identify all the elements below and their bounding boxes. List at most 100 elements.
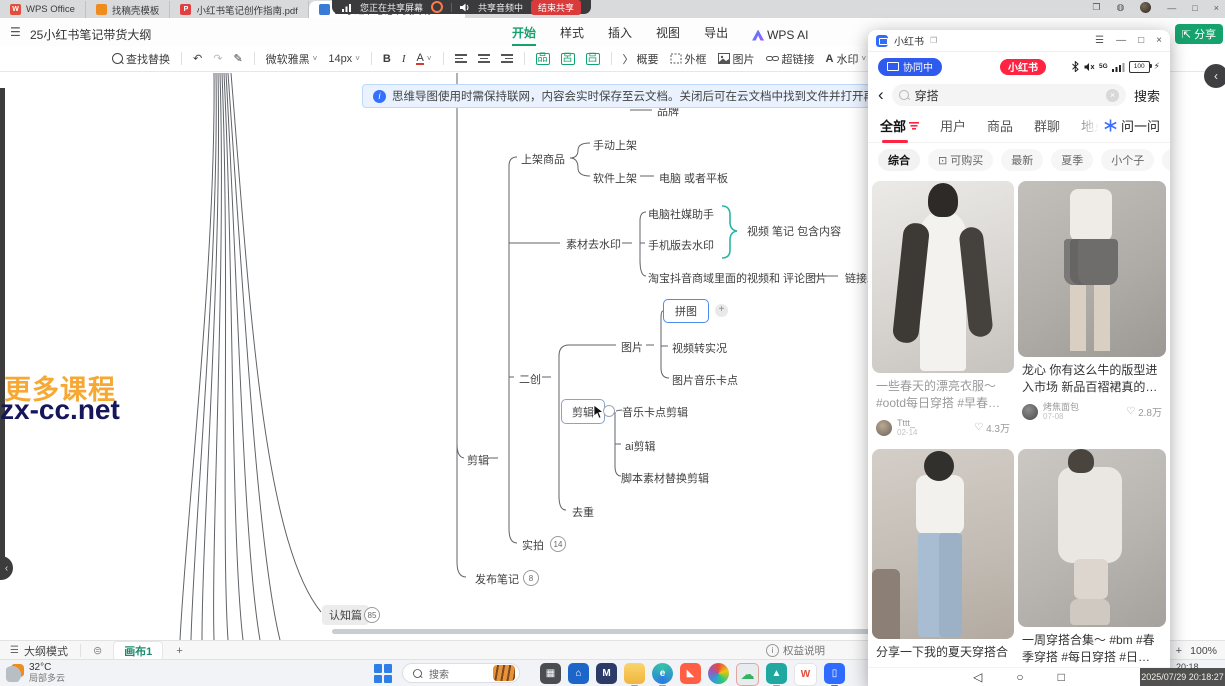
mountain-app-icon[interactable]: ▲	[766, 663, 787, 684]
mindmap-node[interactable]: 软件上架	[593, 170, 637, 186]
watermark-button[interactable]: A水印˅	[826, 51, 867, 67]
zoom-in-button[interactable]: +	[1176, 645, 1182, 657]
avatar[interactable]	[876, 420, 892, 436]
nav-back-icon[interactable]: ◁	[973, 670, 982, 684]
pixpin-app-icon[interactable]: ◣	[680, 663, 701, 684]
extensions-icon[interactable]: ◍	[1116, 2, 1124, 13]
panel-collapse-handle[interactable]: ‹	[1204, 64, 1225, 88]
note-user[interactable]: 烤焦面包	[1043, 402, 1079, 412]
mindmap-node[interactable]: 上架商品	[521, 151, 565, 167]
canvas-tab[interactable]: 画布1	[114, 642, 162, 660]
avatar[interactable]	[1022, 404, 1038, 420]
filter-comprehensive[interactable]: 综合	[878, 149, 920, 171]
mindmap-node-selected[interactable]: 拼图	[663, 299, 709, 323]
close-window-icon[interactable]: ×	[1214, 3, 1219, 13]
format-painter-button[interactable]: ✎	[233, 52, 242, 65]
mindmap-node[interactable]: 手机版去水印	[648, 237, 714, 253]
mindmap-node[interactable]: 视频 笔记 包含内容	[747, 223, 841, 239]
tab-ask[interactable]: 问一问	[1074, 109, 1170, 142]
rights-info[interactable]: i权益说明	[766, 643, 825, 658]
tab-overview-icon[interactable]: ❐	[1092, 2, 1100, 13]
clear-search-icon[interactable]: ×	[1106, 89, 1119, 102]
media-app-icon[interactable]: M	[596, 663, 617, 684]
cloud-app-icon-active[interactable]: ☁	[736, 663, 759, 686]
collab-mode-badge[interactable]: 协同中	[878, 58, 942, 76]
edge-browser-icon[interactable]: e	[652, 663, 673, 684]
account-avatar[interactable]	[1140, 2, 1151, 13]
bold-button[interactable]: B	[383, 53, 391, 65]
search-input[interactable]: 穿搭 ×	[892, 84, 1126, 106]
menu-icon[interactable]: ☰	[1095, 35, 1104, 46]
tab-template[interactable]: 找稿壳模板	[86, 1, 171, 18]
tab-wps-office[interactable]: W WPS Office	[0, 1, 86, 18]
font-color-button[interactable]: A˅	[416, 53, 431, 65]
insert-image-button[interactable]: 图片	[718, 51, 755, 67]
canvas-manager-icon[interactable]: ⊜	[93, 644, 102, 657]
hyperlink-button[interactable]: 超链接	[766, 51, 815, 67]
align-center-button[interactable]	[478, 52, 490, 64]
note-card[interactable]: 龙心 你有这么牛的版型进入市场 新品百褶裙真的… 烤焦面包07-08 ♡2.8万	[1018, 181, 1166, 421]
mindmap-node[interactable]: 电脑社媒助手	[648, 206, 714, 222]
taskbar-search[interactable]: 搜索	[402, 663, 520, 683]
insert-subtopic-icon[interactable]: 呂	[561, 53, 575, 65]
note-card[interactable]: 分享一下我的夏天穿搭合	[872, 449, 1014, 661]
mindmap-node[interactable]: 图片音乐卡点	[672, 372, 738, 388]
menu-insert[interactable]: 插入	[608, 24, 632, 46]
mindmap-node[interactable]: 剪辑	[467, 452, 489, 468]
minimize-icon[interactable]: —	[1116, 35, 1126, 46]
tab-all[interactable]: 全部	[880, 116, 919, 135]
nav-home-icon[interactable]: ○	[1016, 670, 1023, 684]
start-button[interactable]	[374, 664, 393, 683]
filter-petite[interactable]: 小个子	[1101, 149, 1154, 171]
mindmap-node[interactable]: 音乐卡点剪辑	[622, 404, 688, 420]
frame-button[interactable]: 外框	[670, 51, 707, 67]
wps-app-icon[interactable]: W	[794, 663, 817, 686]
share-button[interactable]: ⇱分享	[1175, 24, 1223, 44]
mindmap-node[interactable]: 二创	[519, 371, 541, 387]
horizontal-scrollbar[interactable]	[332, 629, 900, 634]
mindmap-node[interactable]: 认知篇	[322, 605, 369, 625]
minimize-window-icon[interactable]: —	[1167, 3, 1176, 13]
stop-sharing-button[interactable]: 结束共享	[531, 0, 581, 15]
filter-korean-style[interactable]: 韩里韩气	[1162, 149, 1170, 171]
note-card[interactable]: 一些春天的漂亮衣服～ #ootd每日穿搭 #早春… Tttt_02-14 ♡4.…	[872, 181, 1014, 437]
filter-newest[interactable]: 最新	[1001, 149, 1043, 171]
filter-buyable[interactable]: ⊡可购买	[928, 149, 993, 171]
phone-window-titlebar[interactable]: 小红书 ❐ ☰ — □ ×	[868, 30, 1170, 52]
filter-summer[interactable]: 夏季	[1051, 149, 1093, 171]
menu-export[interactable]: 导出	[704, 24, 728, 46]
mindmap-node[interactable]: 实拍	[522, 537, 544, 553]
insert-topic-icon[interactable]: 品	[536, 53, 550, 65]
mindmap-node[interactable]: 视频转实况	[672, 340, 727, 356]
back-icon[interactable]: ‹	[878, 85, 884, 105]
like-count[interactable]: ♡4.3万	[974, 420, 1010, 435]
photos-app-icon[interactable]: ▦	[540, 663, 561, 684]
italic-button[interactable]: I	[402, 53, 406, 65]
mindmap-node[interactable]: 脚本素材替换剪辑	[621, 470, 709, 486]
nav-recents-icon[interactable]: □	[1058, 670, 1065, 684]
add-child-button[interactable]: +	[715, 304, 728, 317]
font-family-select[interactable]: 微软雅黑˅	[266, 51, 318, 67]
tab-groups[interactable]: 群聊	[1034, 116, 1060, 135]
phone-mirror-app-icon[interactable]: ▯	[824, 663, 845, 684]
insert-sibling-icon[interactable]: 吕	[586, 53, 600, 65]
mindmap-node[interactable]: 电脑 或者平板	[659, 170, 728, 186]
add-canvas-button[interactable]: +	[176, 645, 182, 657]
restore-window-icon[interactable]: □	[1192, 3, 1197, 13]
outline-mode-button[interactable]: ☰大纲模式	[10, 643, 68, 659]
undo-button[interactable]: ↶	[193, 52, 202, 65]
popout-icon[interactable]: ❐	[930, 36, 937, 45]
mindmap-node[interactable]: 素材去水印	[566, 236, 621, 252]
note-card[interactable]: 一周穿搭合集～ #bm #春季穿搭 #每日穿搭 #日…	[1018, 449, 1166, 666]
align-right-button[interactable]	[501, 52, 513, 64]
outline-button[interactable]: 〉概要	[623, 51, 659, 67]
color-wheel-app-icon[interactable]	[708, 663, 729, 684]
mindmap-node[interactable]: 手动上架	[593, 137, 637, 153]
redo-button[interactable]: ↷	[213, 52, 222, 65]
mindmap-node[interactable]: 去重	[572, 504, 594, 520]
close-icon[interactable]: ×	[1156, 35, 1162, 46]
search-submit-button[interactable]: 搜索	[1134, 86, 1160, 105]
weather-widget[interactable]: 32°C局部多云	[6, 662, 65, 683]
note-user[interactable]: Tttt_	[897, 418, 917, 428]
restore-icon[interactable]: □	[1138, 35, 1144, 46]
